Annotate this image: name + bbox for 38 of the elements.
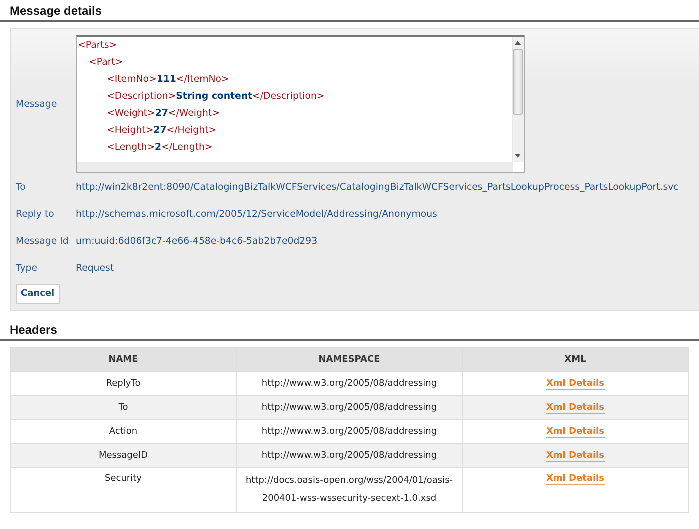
xml-line: <Height>27</Height> (106, 124, 218, 138)
scroll-up-icon[interactable] (515, 41, 521, 45)
xml-line: <Parts> (78, 39, 118, 53)
xml-line: <ItemNo>111</ItemNo> (106, 73, 230, 87)
table-cell: Security (10, 468, 236, 512)
xml-line: <Description>String content</Description> (106, 90, 326, 104)
field-value: http://schemas.microsoft.com/2005/12/ServiceModel/Addressing/Anonymous (76, 209, 438, 220)
field-label: Message Id (16, 236, 70, 247)
column-header: NAME (10, 348, 236, 372)
field-label: Reply to (16, 209, 56, 220)
field-label: Message (16, 98, 58, 110)
xml-line: <Length>2</Length> (106, 141, 214, 155)
xml-line: <Part> (88, 56, 124, 70)
field-value: urn:uuid:6d06f3c7-4e66-458e-b4c6-5ab2b7e0d293 (76, 236, 318, 247)
table-cell: http://www.w3.org/2005/08/addressing (236, 396, 462, 420)
xml-text-area[interactable]: <Parts> <Part> <ItemNo>111</ItemNo> <Description>String content</Description> <Weight>27</Weight> <Height>27</Height> <Length>2</Length> (76, 35, 525, 173)
scroll-down-icon[interactable] (515, 154, 521, 158)
table-cell: MessageID (10, 444, 236, 468)
xml-details-link[interactable]: Xml Details (546, 378, 604, 390)
xml-details-link[interactable]: Xml Details (546, 402, 604, 414)
table-cell: To (10, 396, 236, 420)
xml-details-link[interactable]: Xml Details (546, 450, 604, 462)
column-header: NAMESPACE (236, 348, 462, 372)
section-title: Headers (0, 321, 699, 341)
horizontal-scrollbar[interactable] (77, 162, 513, 172)
table-cell: http://www.w3.org/2005/08/addressing (236, 444, 462, 468)
cancel-button[interactable]: Cancel (16, 284, 60, 304)
section-title: Message details (0, 2, 699, 22)
xml-details-link[interactable]: Xml Details (546, 474, 604, 485)
field-value: http://win2k8r2ent:8090/CatalogingBizTalkWCFServices/CatalogingBizTalkWCFServices_PartsLookupProcess_PartsLookupPort.svc (76, 182, 679, 193)
xml-line: <Weight>27</Weight> (106, 107, 221, 121)
column-header: XML (462, 348, 688, 372)
scrollbar-thumb[interactable] (513, 49, 523, 115)
table-cell: http://docs.oasis-open.org/wss/2004/01/oasis-200401-wss-wssecurity-secext-1.0.xsd (236, 468, 462, 512)
field-value: Request (76, 263, 114, 274)
field-label: To (16, 182, 27, 193)
xml-details-link[interactable]: Xml Details (546, 426, 604, 438)
field-label: Type (16, 263, 39, 274)
